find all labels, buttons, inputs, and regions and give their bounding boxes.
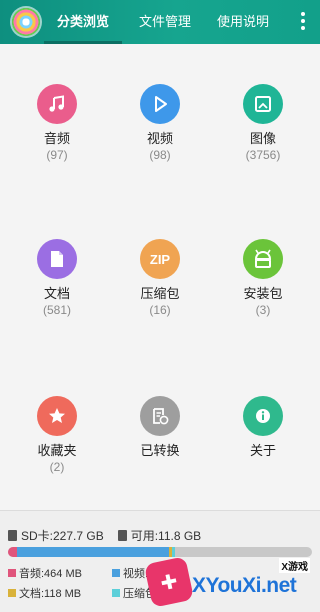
legend-item-documents: 文档:118 MB (8, 585, 81, 601)
category-about[interactable]: 关于 (210, 396, 316, 459)
category-label: 文档 (43, 286, 70, 301)
legend-text: 音频:464 MB (19, 568, 82, 580)
top-app-bar: 分类浏览 文件管理 使用说明 (0, 0, 320, 44)
category-video[interactable]: 视频 (98) (107, 84, 213, 163)
info-icon (243, 396, 283, 436)
watermark-text: XYouXi.net (192, 574, 297, 597)
legend-text: 文档:118 MB (19, 588, 82, 600)
category-count: (16) (149, 303, 171, 317)
legend-swatch (8, 589, 16, 597)
legend-swatch (8, 569, 16, 577)
category-apk[interactable]: 安装包 (3) (210, 239, 316, 318)
zip-icon: ZIP (140, 239, 180, 279)
category-count: (3756) (245, 148, 281, 162)
site-watermark: ✚ X游戏 XYouXi.net (143, 556, 320, 612)
watermark-tag: X游戏 (279, 558, 310, 573)
category-image[interactable]: 图像 (3756) (210, 84, 316, 163)
tab-file-manager[interactable]: 文件管理 (126, 0, 204, 44)
category-label: 关于 (249, 443, 276, 458)
gamepad-logo-icon: ✚ (143, 556, 195, 608)
category-label: 压缩包 (140, 286, 180, 301)
sd-card-icon (8, 530, 17, 541)
category-label: 音频 (43, 131, 70, 146)
category-favorites[interactable]: 收藏夹 (2) (4, 396, 110, 475)
category-documents[interactable]: 文档 (581) (4, 239, 110, 318)
category-converted[interactable]: 已转换 (107, 396, 213, 459)
category-count: (3) (255, 303, 271, 317)
convert-icon (140, 396, 180, 436)
tab-category-browse[interactable]: 分类浏览 (44, 0, 122, 44)
category-label: 视频 (146, 131, 173, 146)
more-options-icon[interactable] (300, 12, 306, 32)
category-count: (97) (46, 148, 68, 162)
storage-icon (117, 530, 127, 541)
android-icon (243, 239, 283, 279)
music-icon (37, 84, 77, 124)
sd-total-text: SD卡:227.7 GB (21, 529, 104, 543)
category-label: 已转换 (140, 443, 180, 458)
legend-swatch (112, 569, 120, 577)
star-icon (37, 396, 77, 436)
document-icon (37, 239, 77, 279)
legend-swatch (112, 589, 120, 597)
category-count: (2) (49, 460, 65, 474)
storage-segment (17, 547, 170, 557)
available-text: 可用:11.8 GB (130, 529, 202, 543)
play-icon (140, 84, 180, 124)
category-label: 图像 (249, 131, 276, 146)
category-archives[interactable]: ZIP 压缩包 (16) (107, 239, 213, 318)
category-count: (98) (149, 148, 171, 162)
app-logo (12, 8, 40, 36)
image-icon (243, 84, 283, 124)
tab-instructions[interactable]: 使用说明 (204, 0, 282, 44)
category-grid: 音频 (97) 视频 (98) 图像 (3756) 文档 (581) ZIP 压… (0, 44, 320, 510)
legend-item-audio: 音频:464 MB (8, 565, 82, 581)
storage-summary: SD卡:227.7 GB 可用:11.8 GB (8, 527, 201, 544)
category-label: 收藏夹 (37, 443, 77, 458)
zip-badge-text: ZIP (149, 251, 171, 267)
category-count: (581) (42, 303, 71, 317)
category-audio[interactable]: 音频 (97) (4, 84, 110, 163)
category-label: 安装包 (243, 286, 283, 301)
storage-segment (8, 547, 18, 557)
